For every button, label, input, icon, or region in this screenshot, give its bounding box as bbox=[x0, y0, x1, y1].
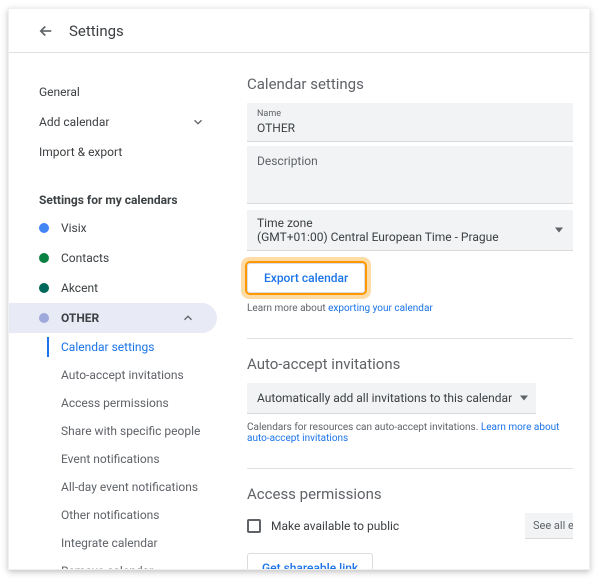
calendar-subnav: Calendar settings Auto-accept invitation… bbox=[47, 333, 227, 569]
calendar-item-akcent[interactable]: Akcent bbox=[9, 273, 217, 303]
sidebar-item-general[interactable]: General bbox=[9, 77, 227, 107]
chevron-up-icon bbox=[181, 311, 195, 325]
subnav-other-notifications[interactable]: Other notifications bbox=[47, 501, 227, 529]
calendar-item-contacts[interactable]: Contacts bbox=[9, 243, 217, 273]
calendar-item-label: Visix bbox=[61, 221, 195, 235]
timezone-label: Time zone bbox=[257, 216, 563, 230]
name-value: OTHER bbox=[257, 121, 563, 135]
heading-calendar-settings: Calendar settings bbox=[247, 75, 573, 93]
sidebar-item-label: Add calendar bbox=[39, 115, 109, 129]
auto-accept-value: Automatically add all invitations to thi… bbox=[257, 391, 512, 405]
subnav-access-permissions[interactable]: Access permissions bbox=[47, 389, 227, 417]
subnav-share-specific[interactable]: Share with specific people bbox=[47, 417, 227, 445]
page-title: Settings bbox=[69, 22, 124, 40]
dropdown-icon bbox=[520, 396, 528, 401]
see-all-events-select[interactable]: See all e bbox=[525, 513, 573, 539]
auto-accept-help-text: Calendars for resources can auto-accept … bbox=[247, 422, 573, 444]
sidebar-item-import-export[interactable]: Import & export bbox=[9, 137, 227, 167]
timezone-value: (GMT+01:00) Central European Time - Prag… bbox=[257, 230, 563, 244]
sidebar-item-label: General bbox=[39, 85, 80, 99]
name-label: Name bbox=[257, 109, 563, 119]
calendar-item-label: OTHER bbox=[61, 311, 169, 325]
back-icon[interactable] bbox=[37, 22, 55, 40]
calendar-item-label: Akcent bbox=[61, 281, 195, 295]
public-checkbox-label: Make available to public bbox=[271, 519, 399, 533]
name-field[interactable]: Name OTHER bbox=[247, 103, 573, 142]
export-help-link[interactable]: exporting your calendar bbox=[328, 303, 433, 314]
subnav-calendar-settings[interactable]: Calendar settings bbox=[47, 333, 227, 361]
calendar-dot-icon bbox=[39, 313, 49, 323]
subnav-allday-notifications[interactable]: All-day event notifications bbox=[47, 473, 227, 501]
heading-access-permissions: Access permissions bbox=[247, 485, 573, 503]
chevron-down-icon bbox=[191, 115, 205, 129]
export-help-text: Learn more about exporting your calendar bbox=[247, 303, 573, 314]
get-shareable-link-button[interactable]: Get shareable link bbox=[247, 553, 373, 569]
section-heading-my-calendars: Settings for my calendars bbox=[9, 193, 227, 207]
calendar-item-visix[interactable]: Visix bbox=[9, 213, 217, 243]
calendar-dot-icon bbox=[39, 223, 49, 233]
description-field[interactable]: Description bbox=[247, 146, 573, 204]
timezone-select[interactable]: Time zone (GMT+01:00) Central European T… bbox=[247, 210, 573, 251]
public-checkbox[interactable] bbox=[247, 519, 261, 533]
settings-sidebar: General Add calendar Import & export Set… bbox=[9, 53, 227, 569]
sidebar-item-label: Import & export bbox=[39, 145, 122, 159]
calendar-item-label: Contacts bbox=[61, 251, 195, 265]
dropdown-icon bbox=[555, 228, 563, 233]
export-calendar-button[interactable]: Export calendar bbox=[247, 263, 365, 293]
subnav-integrate[interactable]: Integrate calendar bbox=[47, 529, 227, 557]
calendar-dot-icon bbox=[39, 283, 49, 293]
settings-main: Calendar settings Name OTHER Description… bbox=[227, 53, 589, 569]
calendar-item-other[interactable]: OTHER bbox=[9, 303, 217, 333]
auto-accept-select[interactable]: Automatically add all invitations to thi… bbox=[247, 383, 536, 414]
subnav-remove[interactable]: Remove calendar bbox=[47, 557, 227, 569]
subnav-event-notifications[interactable]: Event notifications bbox=[47, 445, 227, 473]
subnav-auto-accept[interactable]: Auto-accept invitations bbox=[47, 361, 227, 389]
description-label: Description bbox=[257, 154, 563, 168]
sidebar-item-add-calendar[interactable]: Add calendar bbox=[9, 107, 227, 137]
calendar-dot-icon bbox=[39, 253, 49, 263]
heading-auto-accept: Auto-accept invitations bbox=[247, 355, 573, 373]
